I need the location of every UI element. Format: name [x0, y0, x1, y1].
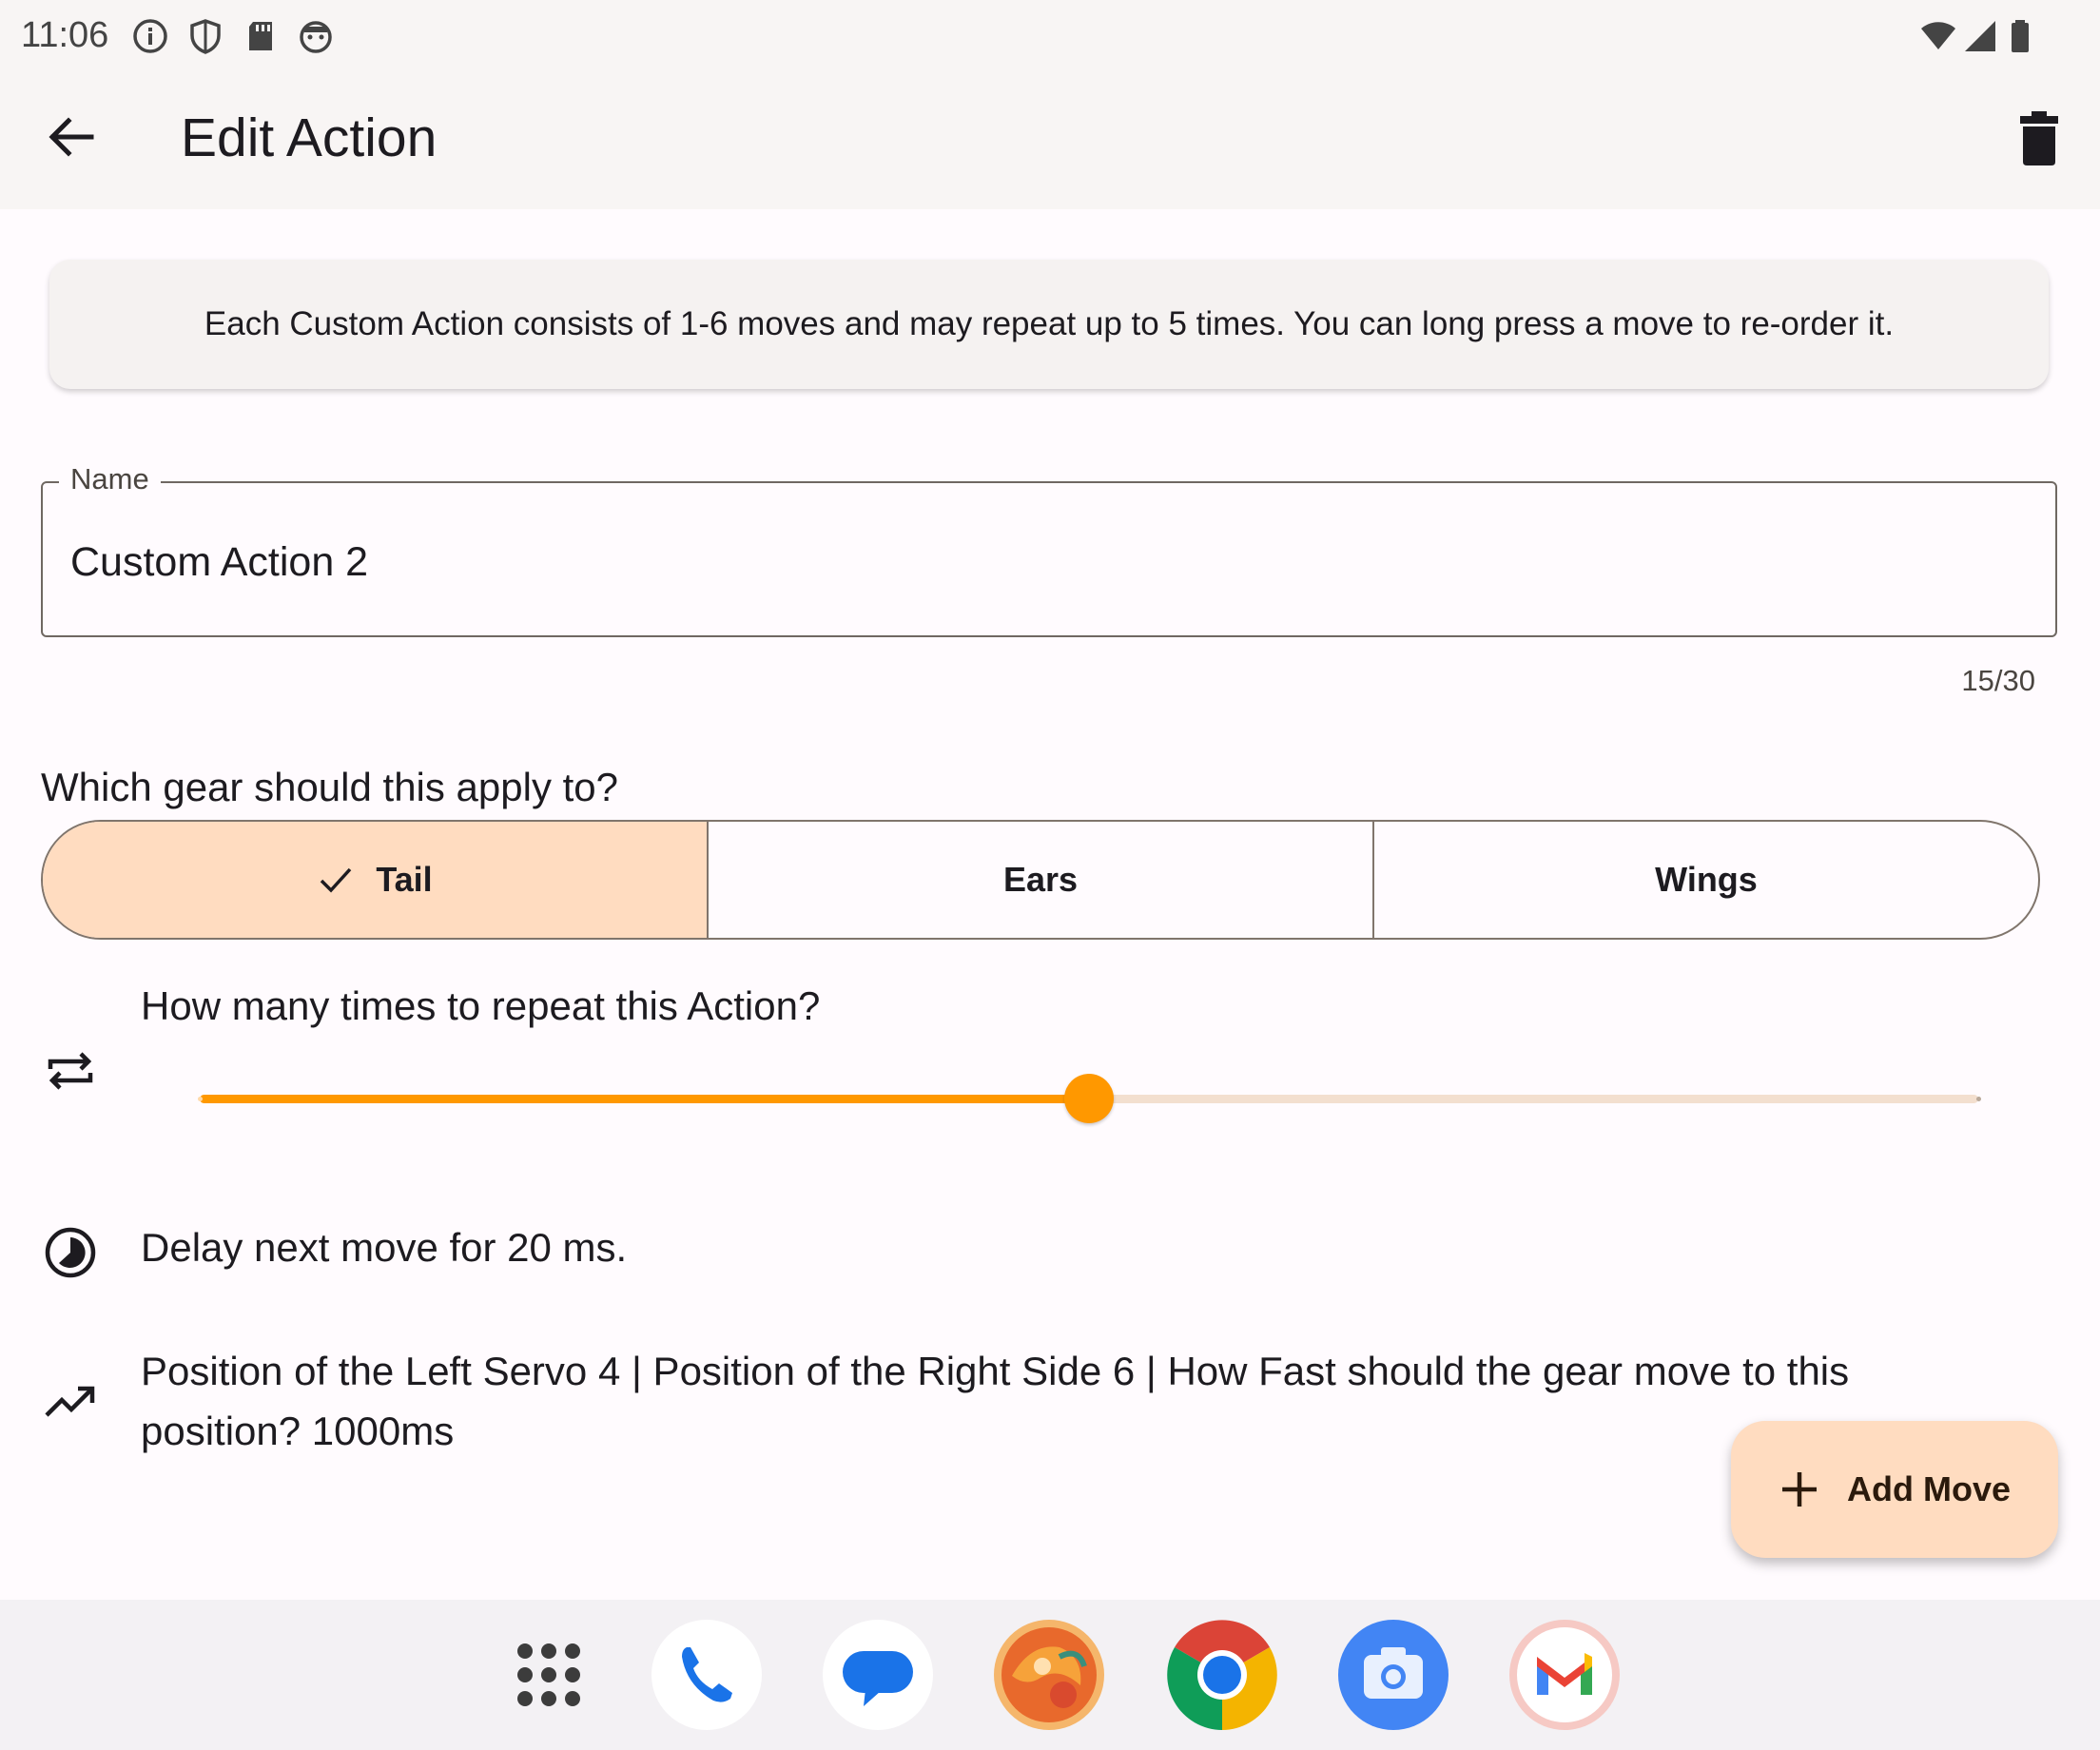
delete-button[interactable] [2005, 107, 2073, 175]
gear-question: Which gear should this apply to? [41, 765, 619, 809]
shield-icon [190, 19, 221, 54]
character-counter: 15/30 [1961, 664, 2035, 697]
phone-icon[interactable] [651, 1619, 763, 1731]
gear-segmented-button: Tail Ears Wings [41, 820, 2040, 940]
page-title: Edit Action [181, 107, 438, 168]
app-drawer-icon[interactable] [493, 1619, 605, 1731]
check-icon [321, 867, 352, 893]
name-input[interactable] [70, 529, 1973, 595]
battery-icon [2012, 20, 2029, 52]
camera-icon[interactable] [1337, 1619, 1449, 1731]
status-time: 11:06 [21, 15, 109, 55]
repeat-icon [48, 1052, 93, 1090]
fox-app-icon[interactable] [993, 1619, 1105, 1731]
clock-icon [45, 1227, 96, 1278]
info-text: Each Custom Action consists of 1-6 moves… [204, 305, 1895, 342]
segment-wings-label: Wings [1655, 860, 1758, 899]
sd-card-icon [249, 22, 272, 50]
chrome-icon[interactable] [1166, 1619, 1278, 1731]
delay-move-text[interactable]: Delay next move for 20 ms. [141, 1225, 627, 1271]
add-move-label: Add Move [1846, 1469, 2011, 1508]
segment-tail-label: Tail [376, 860, 433, 899]
gmail-icon[interactable] [1508, 1619, 1621, 1731]
repeat-slider[interactable] [200, 1075, 1978, 1122]
back-button[interactable] [36, 103, 105, 171]
messages-icon[interactable] [822, 1619, 934, 1731]
add-move-button[interactable]: Add Move [1731, 1421, 2058, 1558]
trending-up-icon [45, 1386, 95, 1417]
android-face-icon [300, 21, 332, 53]
plus-icon [1781, 1472, 1817, 1507]
servo-move-text[interactable]: Position of the Left Servo 4 | Position … [141, 1341, 2005, 1461]
segment-ears[interactable]: Ears [707, 822, 1372, 938]
segment-ears-label: Ears [1002, 860, 1079, 899]
wifi-icon [1921, 22, 1955, 49]
segment-wings[interactable]: Wings [1372, 822, 2038, 938]
repeat-question: How many times to repeat this Action? [141, 983, 821, 1028]
name-field-label: Name [59, 462, 161, 496]
segment-tail[interactable]: Tail [43, 822, 707, 938]
info-icon [133, 19, 167, 53]
cell-signal-icon [1965, 21, 1995, 51]
